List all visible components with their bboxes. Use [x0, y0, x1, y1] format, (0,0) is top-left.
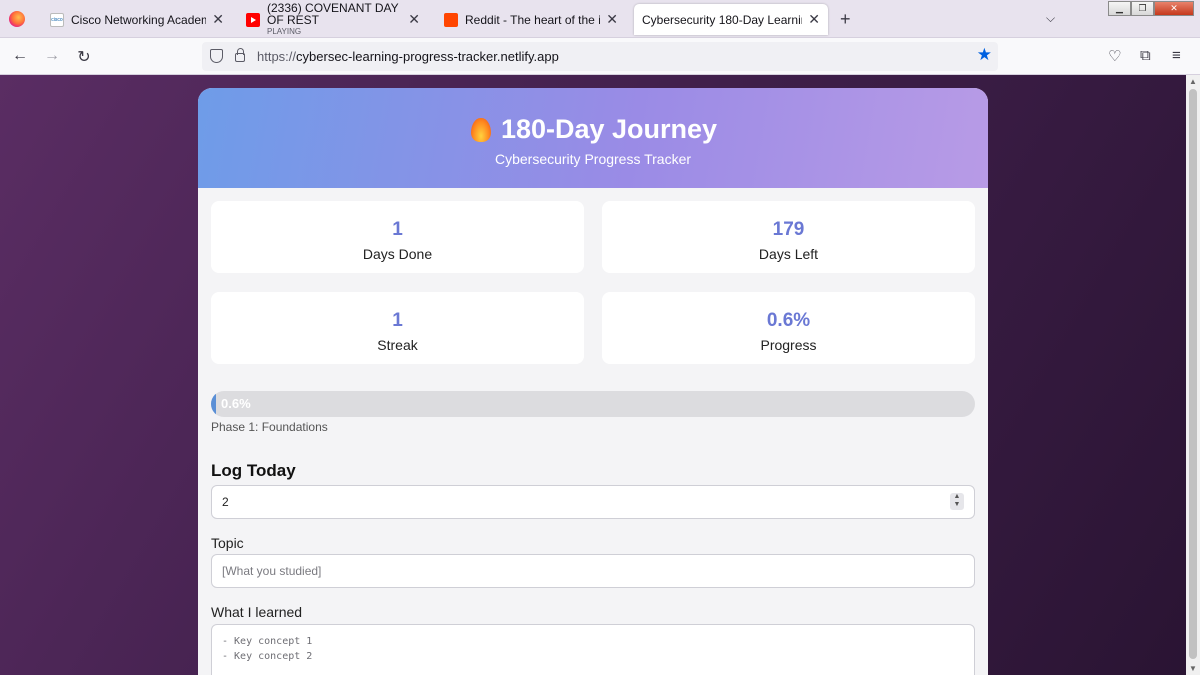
progress-bar-fill [211, 391, 216, 417]
back-arrow-icon[interactable]: ← [10, 47, 30, 65]
stat-value: 179 [772, 219, 805, 240]
page-scrollbar[interactable]: ▲ ▼ [1186, 75, 1200, 675]
stat-label: Days Done [362, 246, 433, 262]
stat-days-done: 1 Days Done [211, 201, 584, 273]
pocket-icon[interactable]: ♡ [1108, 47, 1121, 65]
learned-placeholder: - Key concept 1 - Key concept 2 [222, 636, 313, 662]
url-scheme: https:// [257, 49, 297, 64]
tab-reddit[interactable]: Reddit - The heart of the intern ✕ [436, 4, 626, 35]
extensions-icon[interactable]: ⧉ [1140, 47, 1151, 64]
tab-cisco[interactable]: cisco Cisco Networking Academy: Int ✕ [42, 4, 232, 35]
stat-label: Streak [377, 337, 418, 353]
url-host: cybersec-learning-progress-tracker.netli… [296, 49, 559, 64]
close-tab-icon[interactable]: ✕ [808, 11, 820, 28]
tab-title: Reddit - The heart of the intern [465, 12, 601, 27]
flame-icon [469, 116, 493, 144]
progress-bar: 0.6% [211, 391, 975, 417]
page-title: 180-Day Journey [198, 114, 988, 145]
learned-textarea[interactable]: - Key concept 1 - Key concept 2 [211, 624, 975, 675]
number-stepper[interactable]: ▲ ▼ [950, 493, 964, 510]
log-today-heading: Log Today [211, 461, 296, 480]
day-number-value: 2 [222, 495, 229, 509]
address-bar[interactable]: https://cybersec-learning-progress-track… [202, 42, 998, 71]
topic-placeholder: [What you studied] [222, 564, 322, 578]
stat-streak: 1 Streak [211, 292, 584, 364]
close-tab-icon[interactable]: ✕ [408, 11, 420, 28]
stat-progress: 0.6% Progress [602, 292, 975, 364]
tracker-card: 180-Day Journey Cybersecurity Progress T… [198, 88, 988, 675]
navigation-bar: ← → ↻ https://cybersec-learning-progress… [0, 38, 1200, 75]
tab-youtube[interactable]: (2336) COVENANT DAY OF REST PLAYING ✕ [238, 1, 428, 36]
close-tab-icon[interactable]: ✕ [606, 11, 618, 28]
stat-label: Days Left [758, 246, 819, 262]
close-window-icon[interactable]: ✕ [1154, 1, 1194, 16]
list-all-tabs-icon[interactable]: ⌵ [1046, 11, 1055, 26]
tab-bar: cisco Cisco Networking Academy: Int ✕ (2… [0, 0, 1200, 38]
day-number-input[interactable]: 2 ▲ ▼ [211, 485, 975, 519]
scrollbar-thumb[interactable] [1189, 89, 1197, 659]
window-controls: ▁ ❐ ✕ [1108, 1, 1194, 16]
stat-value: 0.6% [766, 310, 811, 331]
cisco-icon: cisco [50, 12, 64, 27]
learned-label: What I learned [211, 604, 303, 620]
topic-label: Topic [211, 535, 244, 551]
forward-arrow-icon[interactable]: → [42, 47, 62, 65]
stat-label: Progress [760, 337, 817, 353]
tab-cybersecurity-tracker[interactable]: Cybersecurity 180-Day Learning Tra ✕ [634, 4, 828, 35]
tab-title: (2336) COVENANT DAY OF REST [267, 1, 399, 27]
scroll-up-icon[interactable]: ▲ [1189, 77, 1197, 86]
tab-title: Cisco Networking Academy: Int [71, 12, 207, 27]
stat-value: 1 [392, 310, 403, 331]
firefox-icon[interactable] [9, 11, 25, 27]
youtube-icon [246, 12, 260, 27]
lock-icon[interactable] [235, 48, 245, 62]
new-tab-icon[interactable]: + [840, 9, 851, 30]
close-tab-icon[interactable]: ✕ [212, 11, 224, 28]
reload-icon[interactable]: ↻ [74, 47, 94, 67]
topic-input[interactable]: [What you studied] [211, 554, 975, 588]
tab-title: Cybersecurity 180-Day Learning Tra [642, 12, 802, 27]
stat-days-left: 179 Days Left [602, 201, 975, 273]
progress-bar-label: 0.6% [221, 396, 251, 411]
url-text[interactable]: https://cybersec-learning-progress-track… [257, 49, 559, 64]
maximize-icon[interactable]: ❐ [1131, 1, 1154, 16]
page-subtitle: Cybersecurity Progress Tracker [494, 151, 692, 167]
tab-playing-status: PLAYING [267, 26, 302, 36]
page-viewport: 180-Day Journey Cybersecurity Progress T… [0, 75, 1186, 675]
scroll-down-icon[interactable]: ▼ [1189, 664, 1197, 673]
reddit-icon [444, 12, 458, 27]
page-title-text: 180-Day Journey [500, 114, 718, 144]
minimize-icon[interactable]: ▁ [1108, 1, 1131, 16]
tracker-header: 180-Day Journey Cybersecurity Progress T… [198, 88, 988, 188]
menu-hamburger-icon[interactable]: ≡ [1172, 47, 1181, 64]
phase-label: Phase 1: Foundations [211, 420, 328, 434]
stat-value: 1 [392, 219, 403, 240]
bookmark-star-icon[interactable]: ★ [977, 45, 992, 65]
tracking-protection-shield-icon[interactable] [210, 49, 223, 63]
